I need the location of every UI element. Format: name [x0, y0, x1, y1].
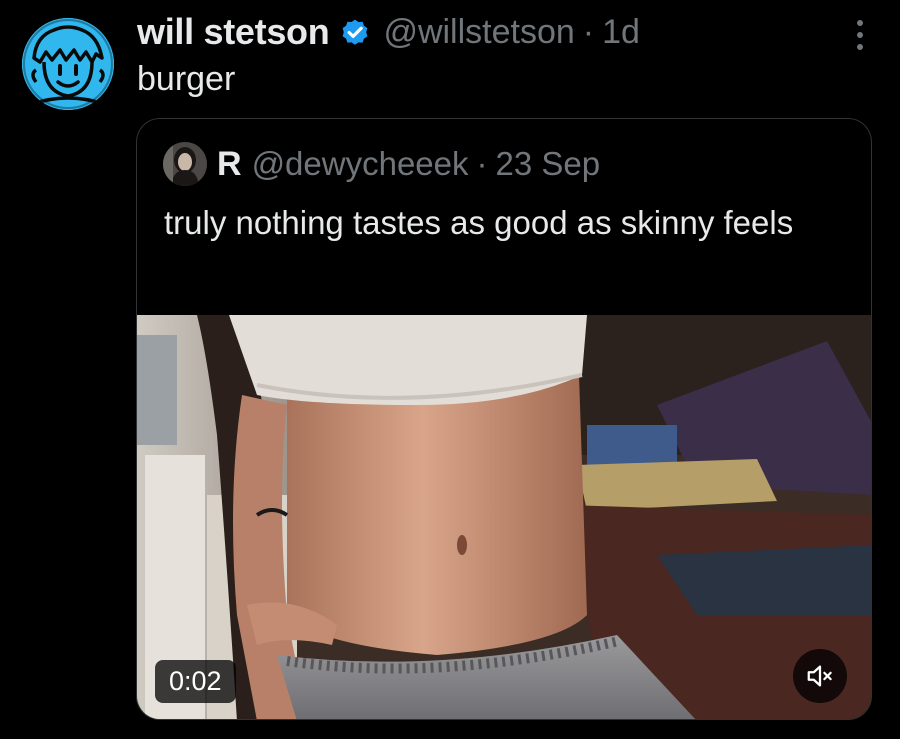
quoted-tweet-card[interactable]: R @dewycheeek · 23 Sep truly nothing tas…	[136, 118, 872, 720]
cartoon-face-icon	[22, 18, 114, 110]
video-player[interactable]: 0:02	[137, 315, 871, 719]
author-avatar[interactable]	[22, 18, 114, 110]
quoted-author-handle[interactable]: @dewycheeek	[252, 145, 469, 183]
mute-toggle-button[interactable]	[793, 649, 847, 703]
more-options-button[interactable]	[856, 20, 864, 50]
more-vertical-icon	[857, 20, 863, 26]
quoted-tweet-text: truly nothing tastes as good as skinny f…	[164, 204, 794, 241]
tweet-text: burger	[137, 60, 236, 98]
tweet-timestamp[interactable]: 1d	[602, 13, 640, 52]
video-duration-badge: 0:02	[155, 660, 236, 703]
video-frame	[137, 315, 871, 719]
speaker-muted-icon	[807, 665, 832, 687]
quoted-author-avatar[interactable]	[163, 142, 207, 186]
author-display-name[interactable]: will stetson	[137, 11, 330, 53]
separator-dot: ·	[582, 12, 595, 51]
separator-dot: ·	[476, 145, 488, 182]
quoted-tweet-timestamp[interactable]: 23 Sep	[496, 145, 601, 183]
tweet-header: will stetson @willstetson · 1d	[137, 8, 640, 56]
quoted-tweet-header: R @dewycheeek · 23 Sep	[163, 141, 600, 187]
verified-badge-icon	[339, 16, 371, 48]
quoted-author-display-name[interactable]: R	[217, 145, 242, 184]
author-handle[interactable]: @willstetson	[383, 13, 574, 52]
